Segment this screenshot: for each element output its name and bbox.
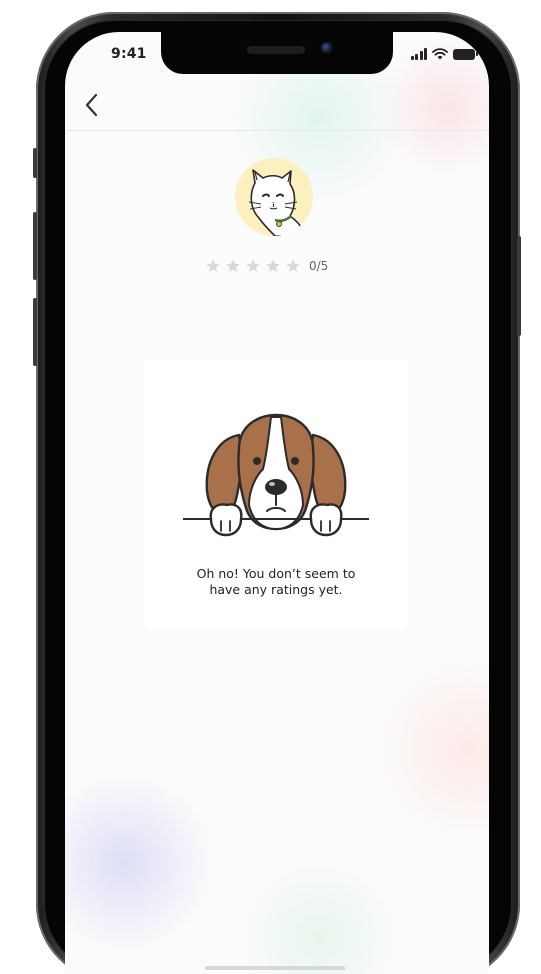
home-indicator[interactable] — [205, 966, 345, 970]
wifi-icon — [432, 48, 448, 60]
rating-score: 0/5 — [309, 259, 329, 273]
status-time: 9:41 — [111, 46, 147, 62]
chevron-left-icon — [85, 93, 98, 117]
earpiece-speaker — [247, 46, 305, 54]
app-screen: 9:41 0/5 Oh no! You don’t seem to have a… — [65, 32, 489, 974]
front-camera — [321, 42, 333, 54]
power-button — [517, 236, 521, 336]
star-icon — [286, 259, 300, 272]
rating-stars: 0/5 — [205, 258, 328, 274]
battery-icon — [453, 48, 478, 60]
avatar — [235, 158, 313, 236]
star-icon — [246, 259, 260, 272]
cellular-signal-icon — [410, 48, 427, 60]
volume-down-button — [33, 298, 37, 366]
star-icon — [266, 259, 280, 272]
cat-avatar-icon — [248, 169, 306, 236]
silent-switch — [33, 148, 37, 178]
status-icons — [410, 48, 478, 60]
empty-state-message-line-1: Oh no! You don’t seem to — [196, 566, 356, 581]
notch — [161, 32, 393, 74]
star-icon — [226, 259, 240, 272]
empty-state-message-line-2: have any ratings yet. — [209, 582, 343, 597]
star-icon — [206, 259, 220, 272]
empty-state-message: Oh no! You don’t seem to have any rating… — [145, 566, 407, 598]
beagle-dog-icon — [183, 413, 369, 537]
header-divider — [65, 130, 489, 131]
volume-up-button — [33, 212, 37, 280]
device-mockup: 9:41 0/5 Oh no! You don’t seem to have a… — [0, 0, 541, 974]
back-button[interactable] — [79, 90, 105, 120]
empty-state-card: Oh no! You don’t seem to have any rating… — [145, 359, 407, 629]
